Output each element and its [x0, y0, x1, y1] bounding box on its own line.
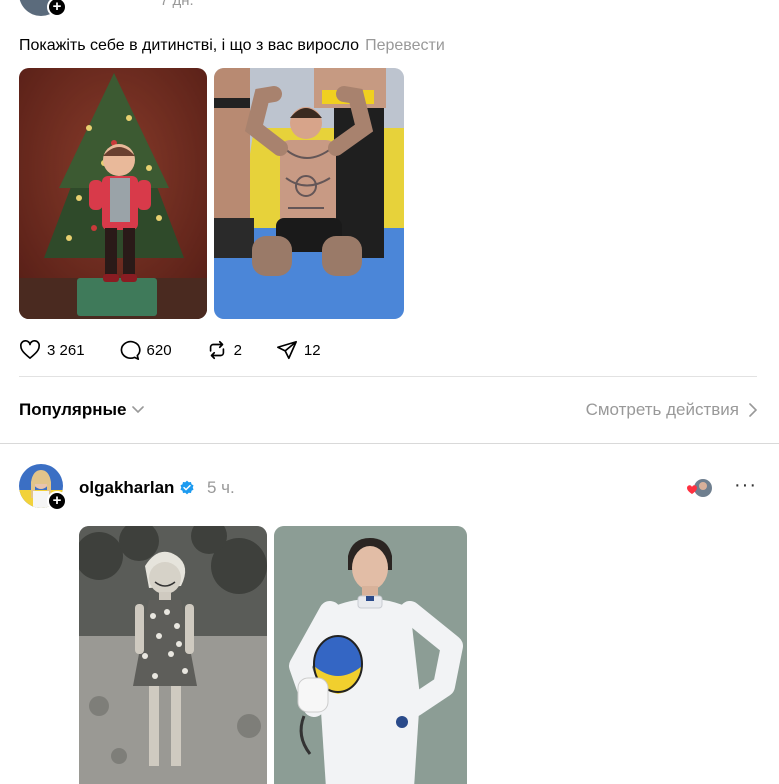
post-photo-adult[interactable] — [274, 526, 467, 784]
like-button[interactable]: 3 261 — [19, 340, 85, 360]
liked-by-avatars-icon — [687, 479, 712, 497]
post-caption: Покажіть себе в дитинстві, і що з вас ви… — [19, 36, 445, 56]
like-count: 3 261 — [47, 341, 85, 359]
repost-button[interactable]: 2 — [206, 339, 242, 361]
heart-icon — [20, 340, 40, 359]
sort-dropdown-label: Популярные — [19, 400, 127, 419]
sort-dropdown[interactable]: Популярные — [19, 400, 145, 420]
adult-photo-image — [214, 68, 404, 319]
chevron-right-icon — [749, 403, 757, 417]
comment-button[interactable]: 620 — [119, 339, 172, 361]
chevron-down-icon — [132, 406, 145, 414]
section-divider — [0, 443, 779, 444]
post-photo-childhood[interactable] — [19, 68, 207, 319]
repost-count: 2 — [233, 341, 242, 359]
translate-link[interactable]: Перевести — [365, 37, 445, 54]
view-actions-link[interactable]: Смотреть действия — [586, 400, 757, 420]
view-actions-label: Смотреть действия — [585, 400, 739, 419]
repost-icon — [209, 340, 224, 360]
post-photo-adult[interactable] — [214, 68, 404, 319]
verified-badge-icon — [180, 480, 194, 495]
more-options-button[interactable]: ··· — [734, 474, 757, 497]
comment-icon — [120, 340, 141, 360]
post-photo-childhood[interactable] — [79, 526, 267, 784]
childhood-photo-image — [79, 526, 267, 784]
comment-count: 620 — [146, 341, 172, 359]
username[interactable]: olgakharlan — [79, 478, 174, 498]
share-button[interactable]: 12 — [276, 339, 321, 361]
adult-photo-image — [274, 526, 467, 784]
post-caption-text: Покажіть себе в дитинстві, і що з вас ви… — [19, 37, 360, 54]
follow-plus-icon[interactable]: + — [47, 491, 67, 511]
send-icon — [276, 340, 297, 360]
post-time: 7 дн. — [160, 0, 194, 9]
follow-plus-icon[interactable]: + — [47, 0, 67, 17]
liked-by-indicator[interactable] — [684, 478, 714, 500]
post-actions-bar: 3 261 620 2 12 — [19, 338, 355, 362]
divider — [19, 376, 757, 377]
childhood-photo-image — [19, 68, 207, 319]
post-time: 5 ч. — [207, 478, 235, 497]
share-count: 12 — [303, 341, 321, 359]
username-block: olgakharlan — [79, 478, 195, 498]
